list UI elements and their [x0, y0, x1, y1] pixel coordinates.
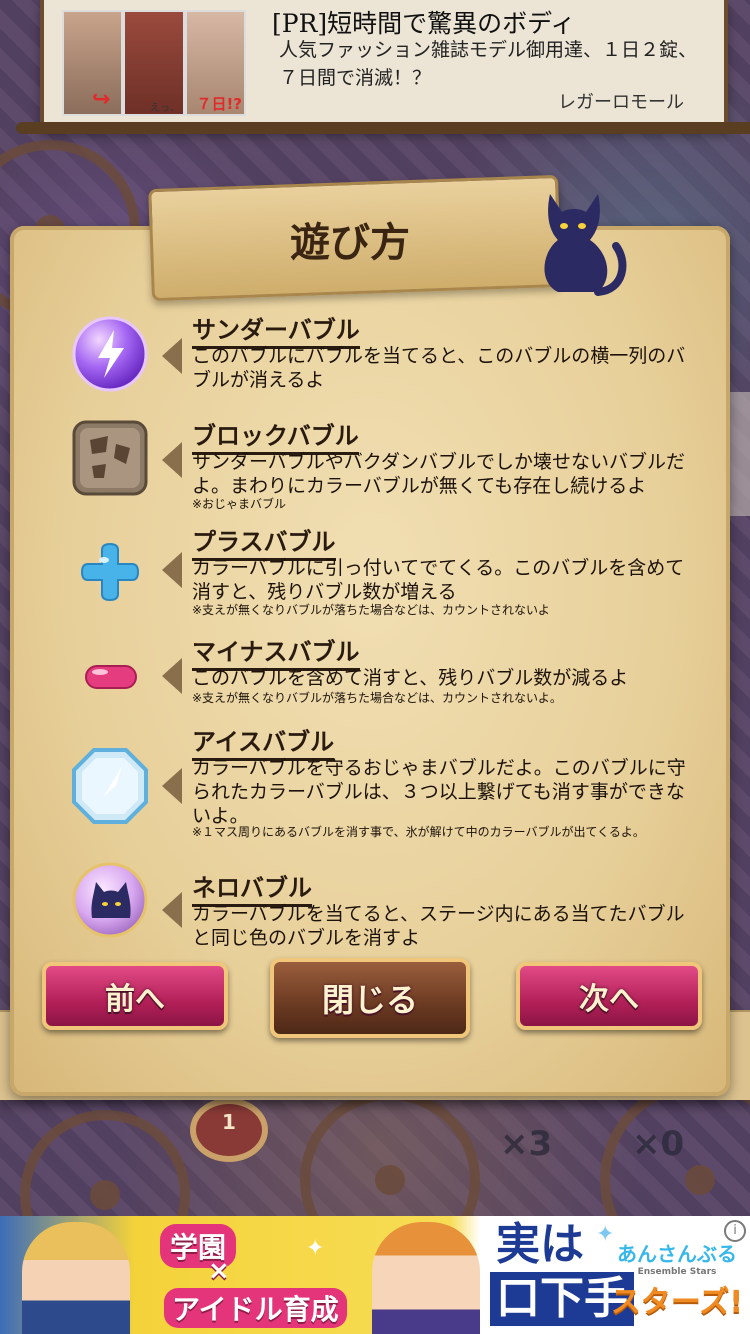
close-button[interactable]: 閉じる: [270, 958, 470, 1038]
pointer-arrow-icon: [162, 552, 182, 588]
bottom-ad-banner[interactable]: ✦ ✦ 学園 × アイドル育成 実は 口下手 あんさんぶる Ensemble S…: [0, 1216, 750, 1334]
pointer-arrow-icon: [162, 768, 182, 804]
ad-x-mark: ×: [208, 1256, 230, 1286]
curved-arrow-icon: ↪: [92, 87, 111, 112]
bubble-description: カラーバブルを当てると、ステージ内にある当てたバブルと同じ色のバブルを消すよ: [192, 903, 685, 949]
ad-title: [PR]短時間で驚異のボディ: [272, 9, 576, 38]
wagon-wheel-decoration: [20, 1110, 190, 1216]
wagon-wheel-decoration: [300, 1090, 480, 1216]
ice-bubble-section: アイスバブル カラーバブルを守るおじゃまバブルだよ。このバブルに守られたカラーバ…: [70, 722, 690, 852]
nero-bubble-section: ネロバブル カラーバブルを当てると、ステージ内にある当てたバブルと同じ色のバブル…: [70, 862, 690, 949]
ad-sponsor: レガーロモール: [558, 92, 684, 113]
bubble-description: カラーバブルを守るおじゃまバブルだよ。このバブルに守られたカラーバブルは、３つ以…: [192, 757, 686, 827]
dialog-title: 遊び方: [290, 220, 410, 266]
bubble-note: ※支えが無くなりバブルが落ちた場合などは、カウントされないよ。: [192, 691, 562, 705]
character-portrait-left: [22, 1222, 130, 1334]
bubble-note: ※支えが無くなりバブルが落ちた場合などは、カウントされないよ: [192, 603, 550, 617]
scroll-rod-decoration: [16, 122, 750, 134]
bubble-description: このバブルを含めて消すと、残りバブル数が減るよ: [192, 667, 629, 689]
bubble-note: ※１マス周りにあるバブルを消す事で、氷が解けて中のカラーバブルが出てくるよ。: [192, 825, 645, 839]
thunder-bubble-section: サンダーバブル このバブルにバブルを当てると、このバブルの横一列のバブルが消える…: [70, 310, 690, 400]
logo-bottom: スターズ!: [610, 1285, 744, 1320]
pointer-arrow-icon: [162, 442, 182, 478]
minus-bubble-icon: [70, 636, 150, 716]
logo-sub: Ensemble Stars: [637, 1267, 717, 1277]
block-bubble-section: ブロックバブル サンダーバブルやバクダンバブルでしか壊せないバブルだよ。まわりに…: [70, 416, 690, 520]
game-logo: あんさんぶる Ensemble Stars スターズ!: [608, 1238, 746, 1321]
prev-button[interactable]: 前へ: [42, 962, 228, 1030]
character-portrait-right: [372, 1222, 480, 1334]
bubble-note: ※おじゃまバブル: [192, 497, 287, 511]
bubble-description: カラーバブルに引っ付いてでてくる。このバブルを含めて消すと、残りバブル数が増える: [192, 557, 685, 603]
plus-bubble-section: プラスバブル カラーバブルに引っ付いてでてくる。このバブルを含めて消すと、残りバ…: [70, 522, 690, 622]
top-ad-banner[interactable]: ↪ えっ、 ７日!? [PR]短時間で驚異のボディ 人気ファッション雑誌モデル御…: [16, 0, 750, 134]
ad-info-icon[interactable]: i: [724, 1220, 746, 1242]
ad-tag-idol: アイドル育成: [164, 1288, 347, 1328]
multiplier-label: ×0: [632, 1124, 685, 1164]
logo-top: あんさんぶる: [617, 1242, 737, 1266]
bubble-description: このバブルにバブルを当てると、このバブルの横一列のバブルが消えるよ: [192, 345, 686, 391]
next-button[interactable]: 次へ: [516, 962, 702, 1030]
thunder-bubble-icon: [70, 314, 150, 394]
remaining-counter: 1: [190, 1098, 268, 1162]
nero-bubble-icon: [70, 860, 150, 940]
bubble-description: サンダーバブルやバクダンバブルでしか壊せないバブルだよ。まわりにカラーバブルが無…: [192, 451, 686, 497]
multiplier-label: ×3: [500, 1124, 553, 1164]
ice-bubble-icon: [70, 746, 150, 826]
plus-bubble-icon: [70, 532, 150, 612]
ad-body: 人気ファッション雑誌モデル御用達、１日２錠、７日間で消滅！？: [279, 39, 698, 89]
pointer-arrow-icon: [162, 338, 182, 374]
minus-bubble-section: マイナスバブル このバブルを含めて消すと、残りバブル数が減るよ ※支えが無くなり…: [70, 632, 690, 712]
ad-headline-1: 実は: [490, 1220, 590, 1270]
pointer-arrow-icon: [162, 892, 182, 928]
black-cat-icon: [544, 194, 627, 296]
sparkle-icon: ✦: [306, 1236, 325, 1261]
pointer-arrow-icon: [162, 658, 182, 694]
ad-thumbnail: ↪ えっ、 ７日!?: [62, 10, 246, 116]
block-bubble-icon: [70, 418, 150, 498]
ad-thumb-days: ７日!?: [196, 95, 242, 113]
ad-thumb-caption: えっ、: [150, 103, 180, 114]
